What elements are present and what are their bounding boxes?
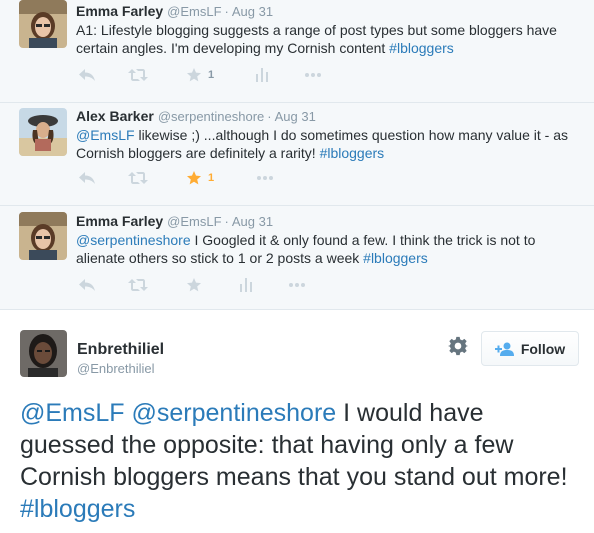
tweet-text: A1: Lifestyle blogging suggests a range … bbox=[76, 21, 574, 57]
favorite-button[interactable]: 1 bbox=[186, 170, 214, 186]
avatar[interactable] bbox=[19, 108, 67, 156]
follow-label: Follow bbox=[520, 340, 566, 357]
author-handle[interactable]: @Enbrethiliel bbox=[77, 361, 155, 376]
reply-button[interactable] bbox=[78, 170, 96, 186]
tweet-text-body: A1: Lifestyle blogging suggests a range … bbox=[76, 22, 557, 56]
retweet-button[interactable] bbox=[128, 67, 148, 83]
tweet-date[interactable]: Aug 31 bbox=[232, 214, 273, 229]
avatar[interactable] bbox=[19, 212, 67, 260]
star-icon bbox=[187, 278, 201, 292]
conversation-thread: Emma Farley @EmsLF · Aug 31 A1: Lifestyle b… bbox=[0, 0, 594, 310]
hashtag-link[interactable]: #lbloggers bbox=[363, 250, 428, 266]
author-handle[interactable]: @EmsLF bbox=[167, 4, 221, 19]
reply-header: Alex Barker @serpentineshore · Aug 31 bbox=[76, 108, 316, 124]
hashtag-link[interactable]: #lbloggers bbox=[389, 40, 454, 56]
separator: · bbox=[267, 109, 272, 124]
separator: · bbox=[224, 214, 229, 229]
follow-button[interactable]: Follow bbox=[481, 331, 579, 366]
avatar[interactable] bbox=[19, 0, 67, 48]
author-name[interactable]: Emma Farley bbox=[76, 3, 163, 19]
more-dots-icon bbox=[305, 73, 321, 77]
settings-button[interactable] bbox=[448, 336, 468, 361]
bar-chart-icon bbox=[256, 68, 268, 82]
author-handle[interactable]: @serpentineshore bbox=[158, 109, 264, 124]
tweet-date[interactable]: Aug 31 bbox=[275, 109, 316, 124]
retweet-button[interactable] bbox=[128, 277, 148, 293]
reply-tweet[interactable]: Emma Farley @EmsLF · Aug 31 A1: Lifestyle b… bbox=[0, 0, 594, 103]
separator: · bbox=[224, 4, 229, 19]
more-dots-icon bbox=[257, 176, 273, 180]
author-handle[interactable]: @EmsLF bbox=[167, 214, 221, 229]
mention-link[interactable]: @serpentineshore bbox=[132, 399, 337, 427]
stats-button[interactable] bbox=[240, 277, 252, 293]
favorite-count: 1 bbox=[208, 172, 215, 184]
bar-chart-icon bbox=[240, 278, 252, 292]
retweet-icon bbox=[128, 279, 148, 291]
favorite-count: 1 bbox=[208, 69, 215, 81]
favorite-button[interactable]: 1 bbox=[186, 67, 214, 83]
retweet-icon bbox=[128, 69, 148, 81]
reply-tweet[interactable]: Emma Farley @EmsLF · Aug 31 @serpentineshor… bbox=[0, 206, 594, 309]
more-button[interactable] bbox=[256, 170, 274, 186]
reply-header: Emma Farley @EmsLF · Aug 31 bbox=[76, 3, 273, 19]
star-icon bbox=[187, 171, 201, 185]
author-name[interactable]: Emma Farley bbox=[76, 213, 163, 229]
mention-link[interactable]: @serpentineshore bbox=[76, 232, 191, 248]
hashtag-link[interactable]: #lbloggers bbox=[20, 495, 135, 523]
tweet-text: @serpentineshore I Googled it & only fou… bbox=[76, 231, 574, 267]
tweet-text: @EmsLF @serpentineshore I would have gue… bbox=[20, 397, 580, 525]
reply-button[interactable] bbox=[78, 67, 96, 83]
more-button[interactable] bbox=[288, 277, 306, 293]
author-name[interactable]: Enbrethiliel bbox=[77, 341, 164, 359]
reply-icon bbox=[79, 279, 95, 291]
tweet-date[interactable]: Aug 31 bbox=[232, 4, 273, 19]
add-user-icon bbox=[494, 342, 514, 356]
author-name[interactable]: Alex Barker bbox=[76, 108, 154, 124]
reply-header: Emma Farley @EmsLF · Aug 31 bbox=[76, 213, 273, 229]
tweet-text: @EmsLF likewise ;) ...although I do some… bbox=[76, 126, 574, 162]
mention-link[interactable]: @EmsLF bbox=[20, 399, 125, 427]
retweet-icon bbox=[128, 172, 148, 184]
reply-button[interactable] bbox=[78, 277, 96, 293]
reply-icon bbox=[79, 172, 95, 184]
reply-tweet[interactable]: Alex Barker @serpentineshore · Aug 31 @EmsL… bbox=[0, 103, 594, 206]
stats-button[interactable] bbox=[256, 67, 268, 83]
more-dots-icon bbox=[289, 283, 305, 287]
mention-link[interactable]: @EmsLF bbox=[76, 127, 135, 143]
avatar[interactable] bbox=[20, 330, 67, 377]
more-button[interactable] bbox=[304, 67, 322, 83]
retweet-button[interactable] bbox=[128, 170, 148, 186]
hashtag-link[interactable]: #lbloggers bbox=[320, 145, 385, 161]
favorite-button[interactable] bbox=[186, 277, 202, 293]
star-icon bbox=[187, 68, 201, 82]
reply-icon bbox=[79, 69, 95, 81]
gear-icon bbox=[448, 336, 468, 356]
